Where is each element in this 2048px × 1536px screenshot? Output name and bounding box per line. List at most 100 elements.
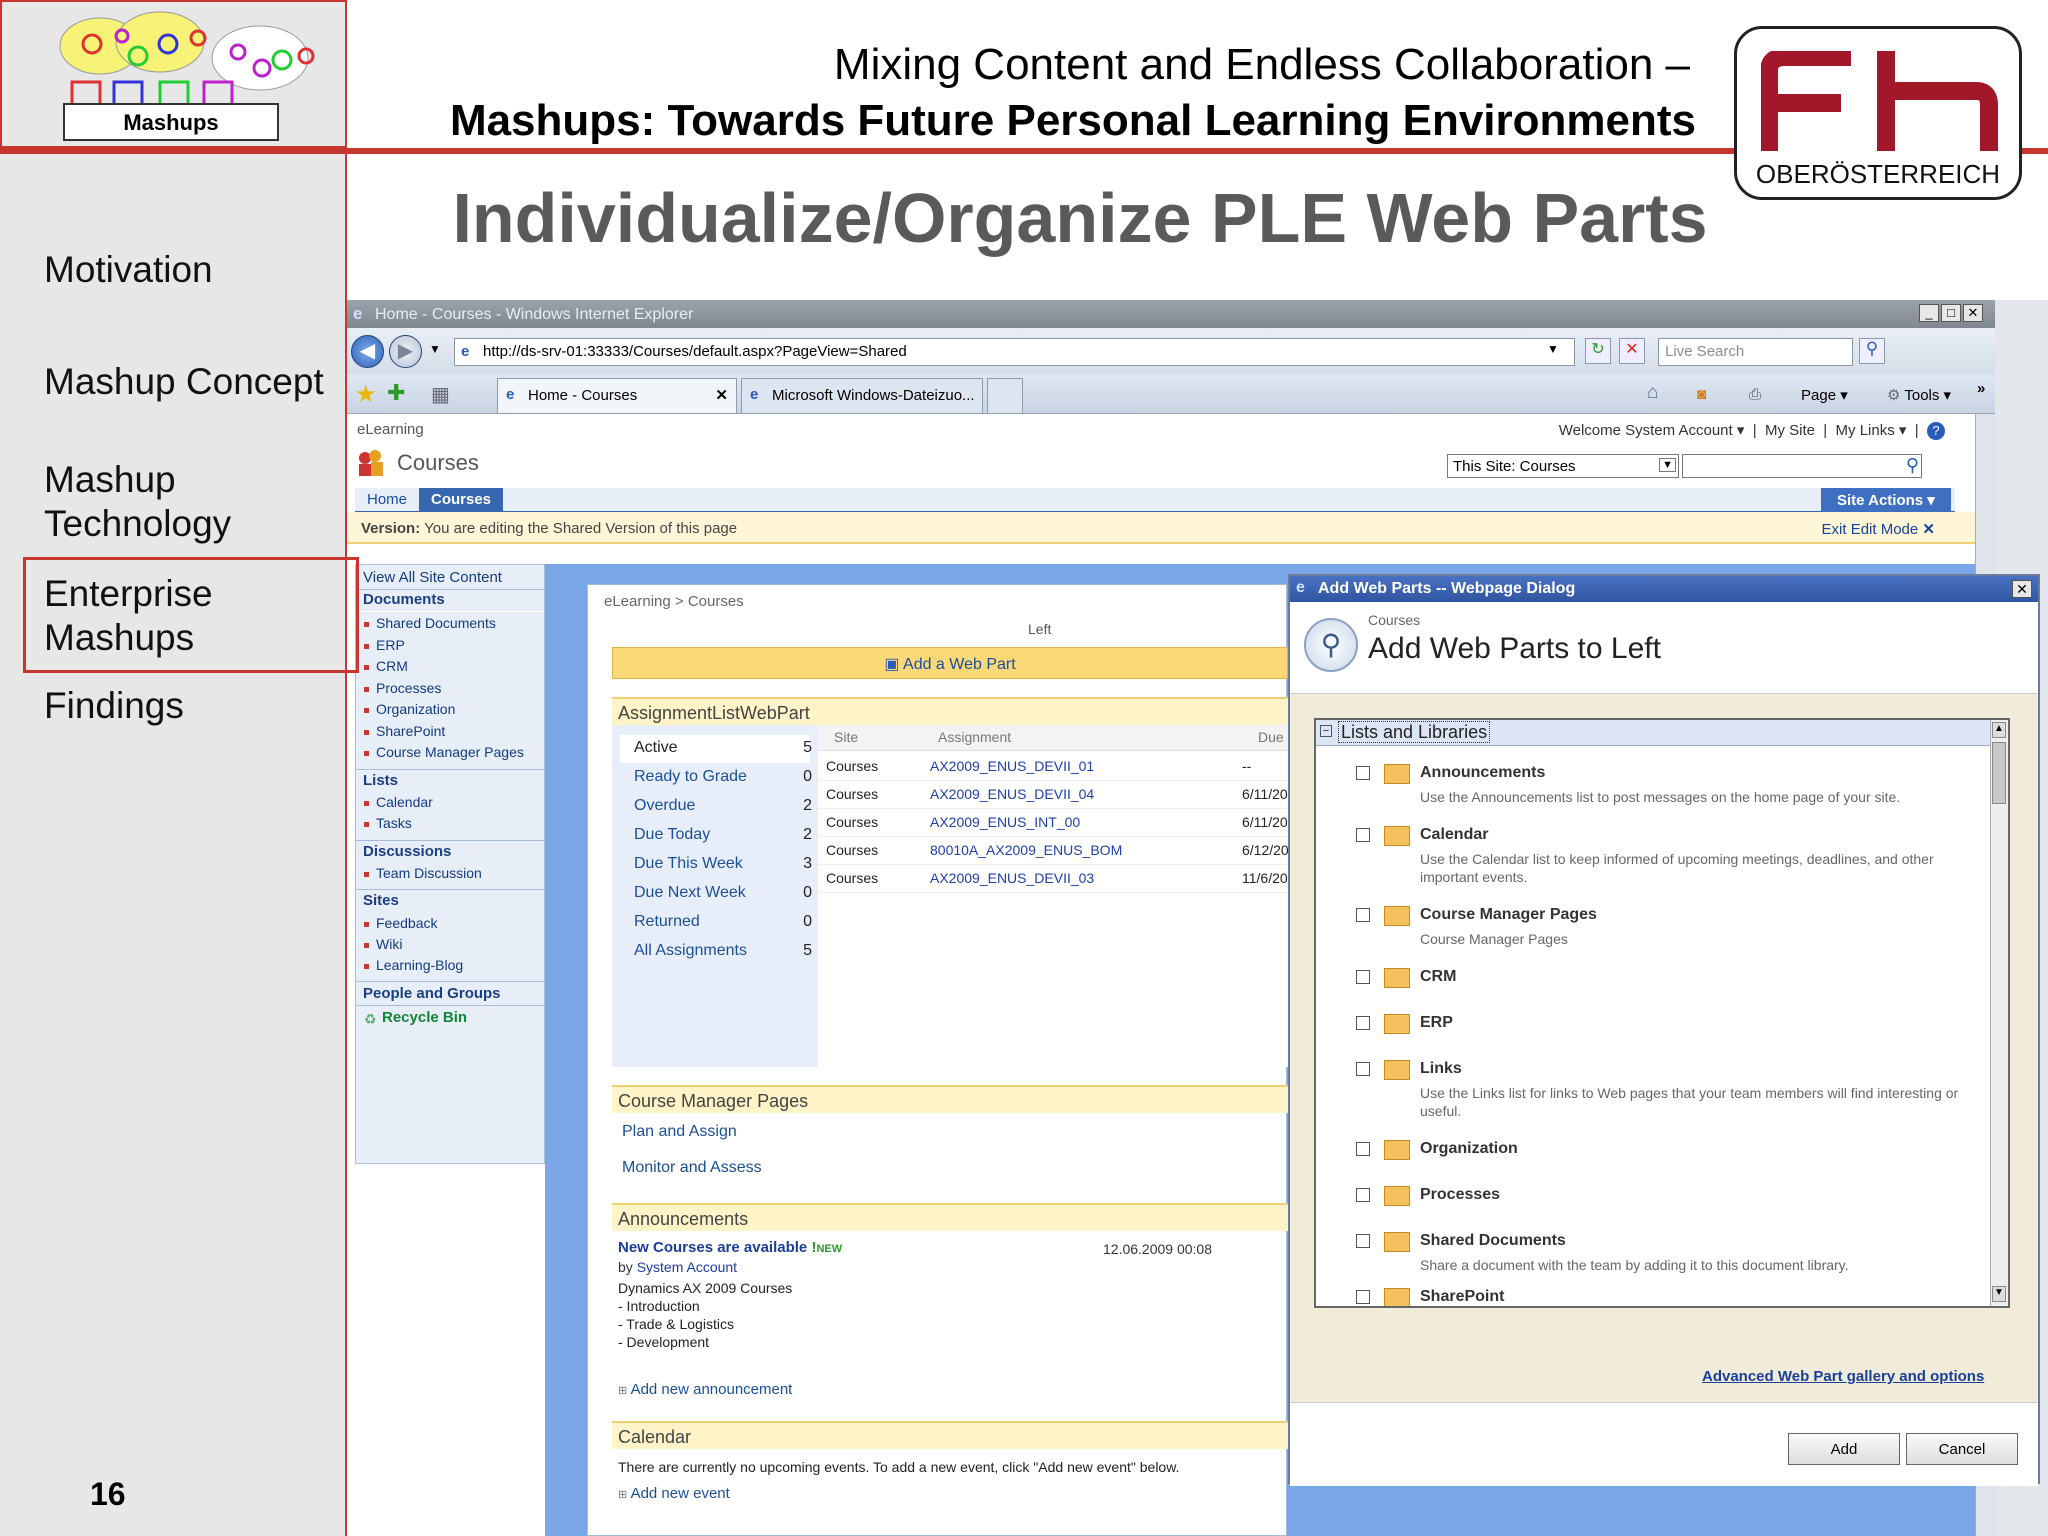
filter-ready-to-grade[interactable]: Ready to Grade 0 bbox=[634, 768, 812, 786]
checkbox[interactable] bbox=[1356, 1188, 1370, 1202]
ql-item-shared-documents[interactable]: Shared Documents bbox=[364, 615, 496, 631]
help-icon[interactable]: ? bbox=[1927, 422, 1945, 440]
monitor-and-assess-link[interactable]: Monitor and Assess bbox=[622, 1159, 762, 1177]
tab-close-icon[interactable]: ✕ bbox=[715, 386, 728, 404]
scroll-thumb[interactable] bbox=[1992, 742, 2006, 804]
filter-all-assignments[interactable]: All Assignments 5 bbox=[634, 942, 812, 960]
web-part-item-calendar[interactable]: Calendar Use the Calendar list to keep in… bbox=[1356, 824, 1976, 898]
filter-returned[interactable]: Returned 0 bbox=[634, 913, 812, 931]
nav-item-findings[interactable]: Findings bbox=[44, 684, 344, 728]
close-icon[interactable]: ✕ bbox=[1963, 304, 1983, 322]
tab-home-courses[interactable]: e Home - Courses ✕ bbox=[497, 378, 737, 414]
column-due[interactable]: Due bbox=[1258, 729, 1284, 745]
web-part-item-organization[interactable]: Organization bbox=[1356, 1138, 1976, 1164]
tools-menu[interactable]: ⚙ Tools ▾ bbox=[1887, 386, 1951, 404]
nav-item-mashup-technology[interactable]: Mashup Technology bbox=[44, 458, 284, 546]
maximize-icon[interactable]: □ bbox=[1941, 304, 1961, 322]
cell-assignment[interactable]: AX2009_ENUS_INT_00 bbox=[930, 814, 1080, 830]
ql-item-organization[interactable]: Organization bbox=[363, 701, 455, 717]
ql-sites-heading[interactable]: Sites bbox=[363, 892, 399, 909]
table-row[interactable]: Courses 80010A_AX2009_ENUS_BOM 6/12/2009 bbox=[818, 837, 1304, 865]
checkbox[interactable] bbox=[1356, 1062, 1370, 1076]
minimize-icon[interactable]: _ bbox=[1919, 304, 1939, 322]
cell-assignment[interactable]: AX2009_ENUS_DEVII_03 bbox=[930, 870, 1094, 886]
list-scrollbar[interactable]: ▲ ▼ bbox=[1990, 720, 2008, 1306]
live-search-input[interactable]: Live Search bbox=[1658, 338, 1853, 366]
my-site-link[interactable]: My Site bbox=[1765, 422, 1815, 439]
checkbox[interactable] bbox=[1356, 1016, 1370, 1030]
cancel-button[interactable]: Cancel bbox=[1906, 1433, 2018, 1465]
ql-people-groups-link[interactable]: People and Groups bbox=[363, 985, 501, 1002]
ql-item-sharepoint[interactable]: SharePoint bbox=[363, 723, 445, 739]
cell-assignment[interactable]: 80010A_AX2009_ENUS_BOM bbox=[930, 842, 1122, 858]
ql-item-tasks[interactable]: Tasks bbox=[364, 815, 412, 831]
stop-icon[interactable]: ✕ bbox=[1619, 338, 1645, 364]
page-menu[interactable]: Page ▾ bbox=[1801, 386, 1848, 404]
ql-item-erp[interactable]: ERP bbox=[364, 637, 405, 653]
exit-edit-mode-link[interactable]: Exit Edit Mode ✕ bbox=[1822, 520, 1935, 538]
filter-active[interactable]: Active 5 bbox=[634, 739, 812, 757]
favorites-star-icon[interactable]: ★ bbox=[355, 380, 377, 409]
cell-assignment[interactable]: AX2009_ENUS_DEVII_04 bbox=[930, 786, 1094, 802]
author-link[interactable]: System Account bbox=[637, 1259, 737, 1275]
site-collection-label[interactable]: eLearning bbox=[357, 421, 424, 438]
recycle-bin-link[interactable]: Recycle Bin bbox=[382, 1009, 467, 1026]
add-button[interactable]: Add bbox=[1788, 1433, 1900, 1465]
search-scope-select[interactable]: This Site: Courses ▼ bbox=[1447, 454, 1679, 478]
tab-windows-dateizuordnung[interactable]: e Microsoft Windows-Dateizuo... bbox=[741, 378, 983, 414]
web-part-item-shared-documents[interactable]: Shared Documents Share a document with th… bbox=[1356, 1230, 1976, 1276]
column-assignment[interactable]: Assignment bbox=[938, 729, 1011, 745]
add-favorites-icon[interactable]: ✚ bbox=[387, 380, 405, 406]
feeds-icon[interactable]: ◙ bbox=[1697, 386, 1706, 403]
web-part-item-course-manager-pages[interactable]: Course Manager Pages Course Manager Pages bbox=[1356, 904, 1976, 950]
site-actions-menu[interactable]: Site Actions ▾ bbox=[1821, 488, 1951, 513]
home-icon[interactable]: ⌂ bbox=[1647, 382, 1658, 404]
quick-tabs-icon[interactable]: ▦ bbox=[431, 382, 450, 407]
checkbox[interactable] bbox=[1356, 1234, 1370, 1248]
table-row[interactable]: Courses AX2009_ENUS_INT_00 6/11/2009 bbox=[818, 809, 1303, 837]
nav-item-motivation[interactable]: Motivation bbox=[44, 248, 344, 292]
breadcrumb[interactable]: eLearning > Courses bbox=[604, 593, 744, 610]
tab-home[interactable]: Home bbox=[355, 488, 419, 512]
add-announcement-link[interactable]: ⊞ Add new announcement bbox=[618, 1381, 792, 1398]
search-icon[interactable]: ⚲ bbox=[1906, 455, 1919, 476]
column-site[interactable]: Site bbox=[834, 729, 858, 745]
ql-item-feedback[interactable]: Feedback bbox=[363, 915, 437, 931]
cell-assignment[interactable]: AX2009_ENUS_DEVII_01 bbox=[930, 758, 1094, 774]
address-bar[interactable]: e http://ds-srv-01:33333/Courses/default… bbox=[454, 338, 1575, 366]
address-dropdown-icon[interactable]: ▼ bbox=[1547, 342, 1559, 356]
ql-item-team-discussion[interactable]: Team Discussion bbox=[364, 865, 482, 881]
nav-item-mashup-concept[interactable]: Mashup Concept bbox=[44, 360, 344, 404]
more-commands-icon[interactable]: » bbox=[1977, 380, 1985, 397]
scroll-down-icon[interactable]: ▼ bbox=[1992, 1286, 2006, 1302]
print-icon[interactable]: ⎙ bbox=[1749, 386, 1761, 403]
ql-item-calendar[interactable]: Calendar bbox=[364, 794, 433, 810]
checkbox[interactable] bbox=[1356, 828, 1370, 842]
web-part-item-links[interactable]: Links Use the Links list for links to Web… bbox=[1356, 1058, 1976, 1120]
ql-discussions-heading[interactable]: Discussions bbox=[363, 843, 451, 860]
checkbox[interactable] bbox=[1356, 970, 1370, 984]
table-row[interactable]: Courses AX2009_ENUS_DEVII_04 6/11/2009 bbox=[818, 781, 1303, 809]
filter-due-today[interactable]: Due Today 2 bbox=[634, 826, 812, 844]
ql-item-learning-blog[interactable]: Learning-Blog bbox=[363, 957, 463, 973]
history-dropdown-icon[interactable]: ▼ bbox=[429, 342, 441, 356]
checkbox[interactable] bbox=[1356, 1290, 1370, 1304]
filter-due-next-week[interactable]: Due Next Week 0 bbox=[634, 884, 812, 902]
web-part-item-announcements[interactable]: Announcements Use the Announcements list … bbox=[1356, 762, 1976, 822]
search-icon[interactable]: ⚲ bbox=[1859, 338, 1885, 364]
my-links-link[interactable]: My Links bbox=[1836, 422, 1895, 439]
web-part-item-sharepoint[interactable]: SharePoint bbox=[1356, 1286, 1976, 1306]
welcome-menu[interactable]: Welcome System Account ▾ | My Site | My … bbox=[1559, 421, 1945, 440]
refresh-icon[interactable]: ↻ bbox=[1585, 338, 1611, 364]
back-icon[interactable]: ◀ bbox=[351, 335, 384, 368]
web-part-item-crm[interactable]: CRM bbox=[1356, 966, 1976, 992]
announcement-title-link[interactable]: New Courses are available !NEW bbox=[618, 1239, 842, 1256]
collapse-icon[interactable]: − bbox=[1320, 725, 1332, 737]
checkbox[interactable] bbox=[1356, 1142, 1370, 1156]
ql-item-course-manager-pages[interactable]: Course Manager Pages bbox=[364, 744, 524, 760]
group-header[interactable]: − Lists and Libraries bbox=[1316, 720, 1990, 746]
table-row[interactable]: Courses AX2009_ENUS_DEVII_01 -- bbox=[818, 753, 1288, 781]
ql-item-crm[interactable]: CRM bbox=[364, 658, 408, 674]
filter-due-this-week[interactable]: Due This Week 3 bbox=[634, 855, 812, 873]
ql-item-wiki[interactable]: Wiki bbox=[363, 936, 402, 952]
